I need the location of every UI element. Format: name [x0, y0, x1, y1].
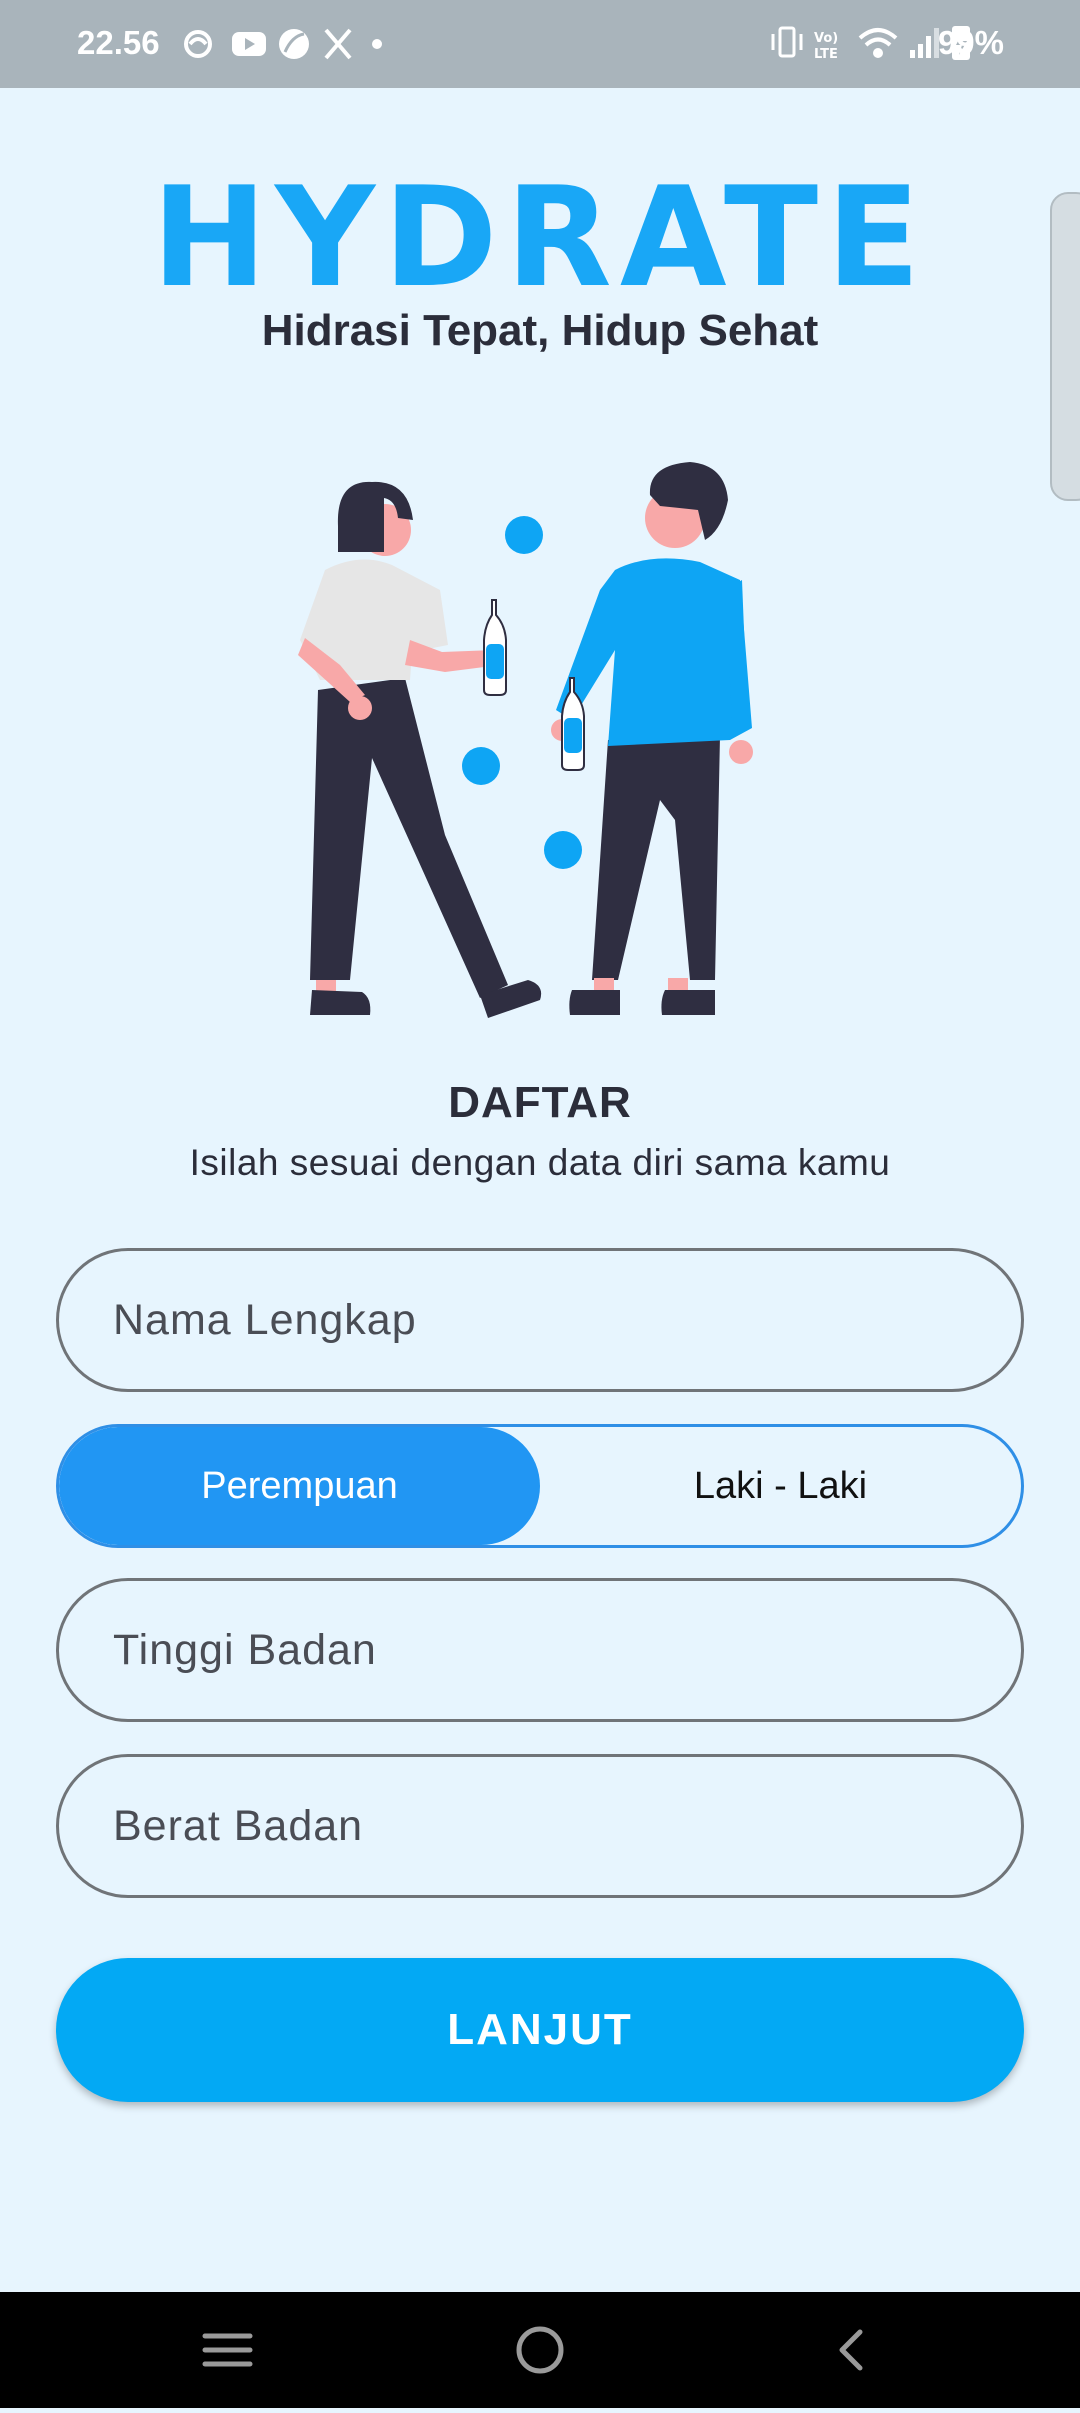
water-drop-3 — [544, 831, 582, 869]
status-right-icons: Vo) LTE — [771, 26, 970, 62]
gender-option-female[interactable]: Perempuan — [59, 1427, 540, 1545]
continue-button[interactable]: LANJUT — [56, 1958, 1024, 2102]
x-icon — [324, 28, 352, 60]
full-name-field[interactable] — [56, 1248, 1024, 1392]
status-left-icons — [184, 28, 382, 60]
battery-percentage: 99% — [937, 24, 1004, 61]
full-name-input[interactable] — [113, 1251, 963, 1389]
app-tagline: Hidrasi Tepat, Hidup Sehat — [261, 306, 819, 355]
form-title: DAFTAR — [448, 1078, 632, 1127]
wifi-icon — [858, 28, 898, 58]
vibrate-icon — [771, 26, 803, 58]
volte-icon: Vo) LTE — [814, 31, 838, 62]
signal-icon — [910, 28, 939, 58]
woman-figure — [298, 481, 542, 1018]
gender-option-male[interactable]: Laki - Laki — [540, 1427, 1021, 1545]
height-field[interactable] — [56, 1578, 1024, 1722]
nav-home-button[interactable] — [490, 2312, 590, 2388]
nav-menu-button[interactable] — [180, 2312, 280, 2388]
water-drop-1 — [505, 516, 543, 554]
gender-toggle[interactable]: Perempuan Laki - Laki — [56, 1424, 1024, 1548]
dot-icon — [372, 39, 382, 49]
svg-text:Vo): Vo) — [814, 31, 838, 46]
youtube-icon — [232, 32, 266, 56]
pregnancy-app-icon — [184, 30, 212, 58]
svg-text:LTE: LTE — [814, 47, 838, 62]
bottle-icon — [483, 599, 507, 696]
weight-input[interactable] — [113, 1757, 963, 1895]
system-navigation-bar — [0, 2292, 1080, 2408]
man-figure — [551, 462, 753, 1015]
leaf-app-icon — [279, 29, 309, 59]
weight-field[interactable] — [56, 1754, 1024, 1898]
hydration-illustration — [298, 462, 753, 1018]
nav-back-button[interactable] — [800, 2312, 900, 2388]
height-input[interactable] — [113, 1581, 963, 1719]
form-subtitle: Isilah sesuai dengan data diri sama kamu — [189, 1142, 891, 1183]
status-time: 22.56 — [77, 24, 160, 61]
status-bar: 22.56 Vo) LTE 99% — [0, 0, 1080, 88]
water-drop-2 — [462, 747, 500, 785]
app-logo: HYDRATE — [151, 157, 929, 318]
